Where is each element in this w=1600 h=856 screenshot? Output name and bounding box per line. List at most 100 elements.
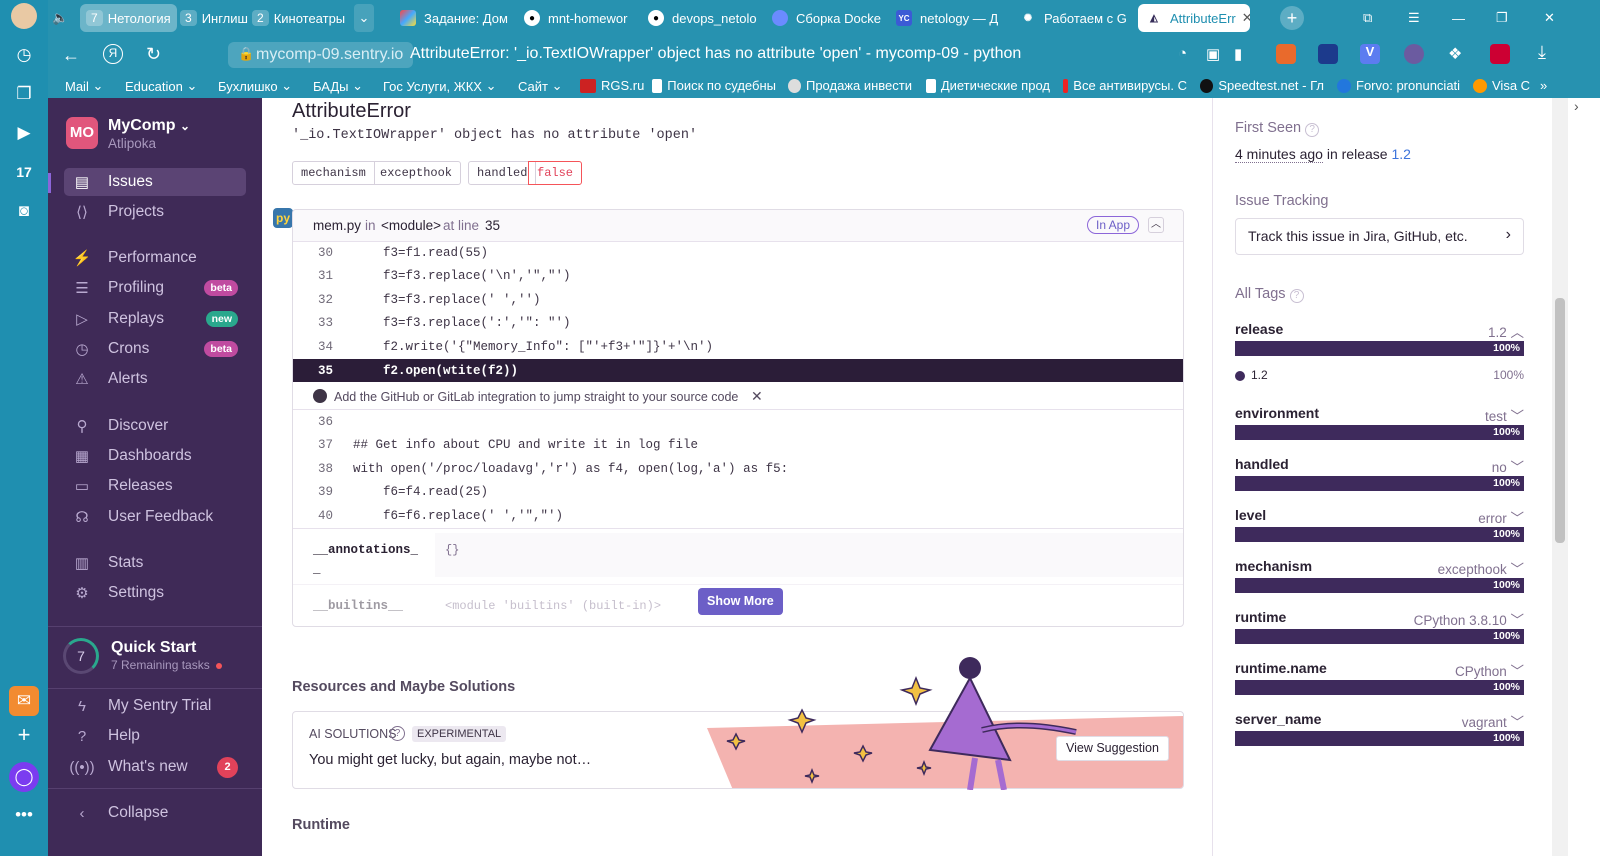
tag-bar[interactable]: 100% xyxy=(1235,731,1524,746)
first-seen-time[interactable]: 4 minutes ago xyxy=(1235,146,1323,163)
tag-bar[interactable]: 100% xyxy=(1235,476,1524,491)
sidebar-item-stats[interactable]: ▥ Stats xyxy=(64,549,246,577)
bookmark-icon[interactable]: ▮ xyxy=(1234,45,1242,63)
tab-active[interactable]: ◭ AttributeErr ✕ xyxy=(1138,4,1250,32)
sidebar-item-issues[interactable]: ▤ Issues xyxy=(64,168,246,196)
sidebar-item-crons[interactable]: ◷ Crons beta xyxy=(64,335,246,363)
ext-security-icon[interactable] xyxy=(1318,44,1338,64)
calendar-icon[interactable]: 17 xyxy=(9,157,39,187)
menu-icon[interactable]: ☰ xyxy=(1408,4,1420,32)
screenshot-icon[interactable]: ◙ xyxy=(9,196,39,226)
bookmark-folder[interactable]: Бухлишко ⌄ xyxy=(218,78,292,94)
quickstart-progress-ring[interactable]: 7 xyxy=(63,638,99,674)
tag-key[interactable]: mechanism xyxy=(292,161,375,185)
close-window-icon[interactable]: ✕ xyxy=(1544,4,1555,32)
reload-icon[interactable]: ↻ xyxy=(146,44,161,65)
video-icon[interactable]: ▶ xyxy=(9,118,39,148)
add-panel-icon[interactable]: + xyxy=(9,720,39,750)
tag-key[interactable]: handled xyxy=(468,161,537,185)
translate-icon[interactable]: ▣ xyxy=(1206,45,1220,63)
bookmark-folder[interactable]: Education ⌄ xyxy=(125,78,197,94)
tab-item[interactable]: Сборка Docke xyxy=(772,4,882,32)
tab-item[interactable]: ✺ Работаем с G xyxy=(1020,4,1130,32)
chevron-right-icon[interactable]: › xyxy=(1574,98,1594,118)
tab-group-2[interactable]: 3 Инглиш xyxy=(176,4,248,32)
ext-v-icon[interactable]: V xyxy=(1360,44,1380,64)
tag-value-false[interactable]: false xyxy=(528,161,583,185)
bookmark-link[interactable]: Поиск по судебны xyxy=(652,78,776,93)
history-clock-icon[interactable]: ◷ xyxy=(9,40,39,70)
more-icon[interactable]: ••• xyxy=(9,800,39,830)
bookmark-link[interactable]: Speedtest.net - Гл xyxy=(1200,78,1324,93)
frame-header[interactable]: mem.py in <module> at line 35 In App ︿ xyxy=(293,210,1183,242)
bookmark-link[interactable]: Все антивирусы. С xyxy=(1063,78,1187,93)
sidebar-item-help[interactable]: ? Help xyxy=(64,722,246,750)
ext-lighthouse-icon[interactable] xyxy=(1276,44,1296,64)
tag-bar[interactable]: 100% xyxy=(1235,341,1524,356)
mail-icon[interactable]: ✉ xyxy=(9,686,39,716)
bookmark-link[interactable]: RGS.ru xyxy=(580,78,644,93)
sidebar-item-performance[interactable]: ⚡ Performance xyxy=(64,244,246,272)
org-switcher[interactable]: MyComp ⌄ xyxy=(108,117,190,135)
tag-bar[interactable]: 100% xyxy=(1235,425,1524,440)
sidebar-item-trial[interactable]: ϟ My Sentry Trial xyxy=(64,692,246,720)
tab-group-1[interactable]: 7 Нетология xyxy=(80,4,177,32)
tag-value[interactable]: excepthook xyxy=(372,161,462,185)
tag-bar[interactable]: 100% xyxy=(1235,578,1524,593)
more-bookmarks-icon[interactable]: » xyxy=(1540,78,1547,93)
bookmark-link[interactable]: Продажа инвести xyxy=(788,78,912,93)
help-icon[interactable]: ? xyxy=(1305,123,1320,137)
bookmark-link[interactable]: Visa C xyxy=(1473,78,1543,93)
ext-puzzle-icon[interactable]: ❖ xyxy=(1448,44,1462,64)
back-icon[interactable]: ← xyxy=(62,45,80,66)
minimize-icon[interactable]: — xyxy=(1452,4,1465,32)
collections-icon[interactable]: ❐ xyxy=(9,79,39,109)
tab-item[interactable]: ● mnt-homewor xyxy=(524,4,634,32)
sidebar-item-projects[interactable]: ⟨⟩ Projects xyxy=(64,198,246,226)
show-more-button[interactable]: Show More xyxy=(698,588,783,615)
tab-group-3[interactable]: 2 Кинотеатры xyxy=(252,4,345,32)
tab-item[interactable]: Задание: Дом xyxy=(400,4,510,32)
tabs-overview-icon[interactable]: ⧉ xyxy=(1363,4,1372,32)
tag-bar[interactable]: 100% xyxy=(1235,629,1524,644)
restore-icon[interactable]: ❐ xyxy=(1496,4,1508,32)
track-issue-button[interactable]: Track this issue in Jira, GitHub, etc. › xyxy=(1235,218,1524,255)
alice-icon[interactable]: ◯ xyxy=(9,762,39,792)
close-icon[interactable]: ✕ xyxy=(1242,10,1250,26)
sidebar-item-user-feedback[interactable]: ☊ User Feedback xyxy=(64,503,246,531)
bookmark-folder[interactable]: БАДы ⌄ xyxy=(313,78,363,94)
sound-icon[interactable]: 🔈 xyxy=(52,4,68,32)
help-icon[interactable]: ? xyxy=(390,726,405,741)
tab-item[interactable]: ● devops_netolo xyxy=(648,4,758,32)
sidebar-item-dashboards[interactable]: ▦ Dashboards xyxy=(64,442,246,470)
sidebar-item-alerts[interactable]: ⚠ Alerts xyxy=(64,365,246,393)
tag-bar[interactable]: 100% xyxy=(1235,680,1524,695)
chevron-up-icon[interactable]: ︿ xyxy=(1148,217,1164,233)
close-icon[interactable]: ✕ xyxy=(751,388,763,405)
tab-item[interactable]: YC netology — Д xyxy=(896,4,1006,32)
collapse-button[interactable]: ‹ Collapse xyxy=(64,799,246,827)
sidebar-item-replays[interactable]: ▷ Replays new xyxy=(64,305,246,333)
yandex-icon[interactable]: Я xyxy=(103,44,123,64)
org-avatar[interactable]: MO xyxy=(66,117,98,149)
quickstart-title[interactable]: Quick Start xyxy=(111,639,196,657)
bookmark-folder[interactable]: Mail ⌄ xyxy=(65,78,103,94)
ext-red-icon[interactable] xyxy=(1490,44,1510,64)
chevron-down-icon[interactable]: ⌄ xyxy=(354,4,374,32)
sidebar-item-profiling[interactable]: ☰ Profiling beta xyxy=(64,274,246,302)
download-icon[interactable]: ⤓ xyxy=(1538,42,1546,63)
scrollbar[interactable] xyxy=(1552,98,1568,856)
sidebar-item-settings[interactable]: ⚙ Settings xyxy=(64,579,246,607)
tag-bar[interactable]: 100% xyxy=(1235,527,1524,542)
sidebar-item-discover[interactable]: ⚲ Discover xyxy=(64,412,246,440)
new-tab-icon[interactable]: + xyxy=(1280,6,1304,30)
release-link[interactable]: 1.2 xyxy=(1391,146,1410,162)
sidebar-item-releases[interactable]: ▭ Releases xyxy=(64,472,246,500)
bookmark-link[interactable]: Forvo: pronunciati xyxy=(1337,78,1461,93)
url-field[interactable]: 🔒 mycomp-09.sentry.io xyxy=(228,42,414,68)
bookmark-link[interactable]: Диетические прод xyxy=(926,78,1050,93)
sidebar-item-whats-new[interactable]: ((•)) What's new 2 xyxy=(64,753,246,781)
scrollbar-thumb[interactable] xyxy=(1555,298,1565,543)
profile-avatar[interactable] xyxy=(11,3,37,29)
extension-icon[interactable]: ◔ xyxy=(1178,45,1187,62)
